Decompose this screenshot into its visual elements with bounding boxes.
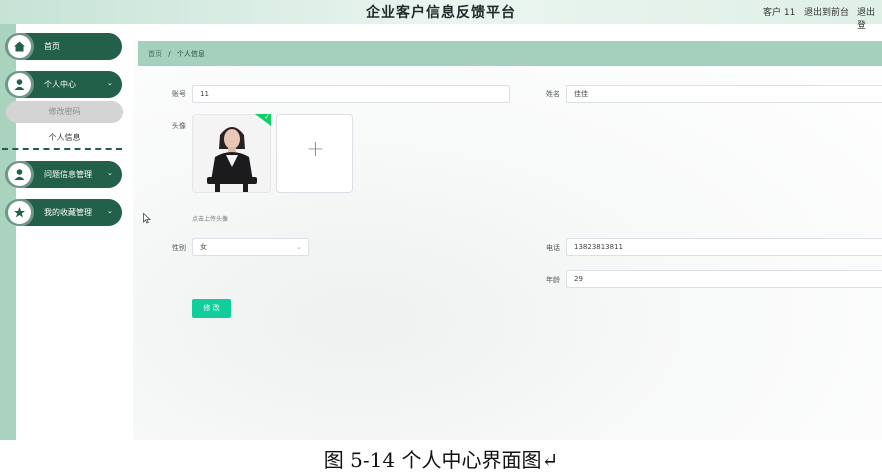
sidebar-divider (2, 148, 122, 150)
breadcrumb-home-link[interactable]: 首页 (148, 50, 162, 58)
avatar-portrait (193, 115, 270, 192)
sidebar-icon-circle (8, 35, 31, 58)
chevron-down-icon: ⌄ (296, 243, 302, 251)
breadcrumb-bar (138, 41, 882, 66)
gender-label: 性别 (172, 244, 186, 252)
avatar-image[interactable] (192, 114, 271, 193)
upload-hint: 点击上传头像 (192, 216, 229, 223)
user-icon (14, 79, 25, 90)
phone-label: 电话 (546, 244, 560, 252)
breadcrumb-current: 个人信息 (176, 50, 205, 58)
home-icon (14, 41, 25, 52)
plus-icon: + (306, 137, 325, 162)
account-input[interactable] (192, 85, 510, 103)
sidebar-subitem-personal-info[interactable]: 个人信息 (6, 130, 123, 146)
sidebar-item-personal-center[interactable]: 个人中心 ⌄ (5, 71, 122, 98)
chevron-down-icon: ⌄ (107, 79, 113, 87)
sidebar-item-label: 问题信息管理 (44, 170, 92, 179)
breadcrumb-separator: / (168, 50, 171, 58)
account-label: 账号 (172, 90, 186, 98)
user-icon (14, 169, 25, 180)
sidebar-item-label: 首页 (44, 42, 60, 51)
app-screen: 企业客户信息反馈平台 客户 11 退出到前台 退出登 首页 个人中心 ⌄ 修改密… (0, 0, 882, 440)
gender-select[interactable]: 女 (192, 238, 309, 256)
sidebar-item-home[interactable]: 首页 (5, 33, 122, 60)
avatar-label: 头像 (172, 122, 186, 130)
name-label: 姓名 (546, 90, 560, 98)
figure-caption: 图 5-14 个人中心界面图↵ (323, 448, 559, 472)
sidebar-icon-circle (8, 201, 31, 224)
current-user-label: 客户 11 (763, 8, 796, 18)
chevron-down-icon: ⌄ (107, 207, 113, 215)
star-icon (14, 207, 25, 218)
sidebar-item-label: 个人中心 (44, 80, 76, 89)
top-header: 企业客户信息反馈平台 客户 11 退出到前台 退出登 (0, 0, 882, 31)
sidebar-item-favorites-management[interactable]: 我的收藏管理 ⌄ (5, 199, 122, 226)
phone-input[interactable] (566, 238, 882, 256)
sidebar-icon-circle (8, 73, 31, 96)
sidebar-item-label: 我的收藏管理 (44, 208, 92, 217)
age-label: 年龄 (546, 276, 560, 284)
check-icon: ✓ (264, 113, 270, 121)
sidebar-subitem-change-password[interactable]: 修改密码 (6, 101, 123, 123)
avatar-upload-button[interactable]: + (276, 114, 353, 193)
logout-link[interactable]: 退出登 (857, 5, 882, 31)
name-input[interactable] (566, 85, 882, 103)
mouse-cursor-icon (143, 213, 151, 224)
submit-button[interactable]: 修 改 (192, 299, 231, 318)
breadcrumb: 首页 / 个人信息 (148, 49, 205, 59)
sidebar-item-issue-management[interactable]: 问题信息管理 ⌄ (5, 161, 122, 188)
back-to-frontend-link[interactable]: 退出到前台 (804, 5, 849, 18)
sidebar-icon-circle (8, 163, 31, 186)
age-input[interactable] (566, 270, 882, 288)
chevron-down-icon: ⌄ (107, 169, 113, 177)
platform-title: 企业客户信息反馈平台 (366, 5, 516, 21)
